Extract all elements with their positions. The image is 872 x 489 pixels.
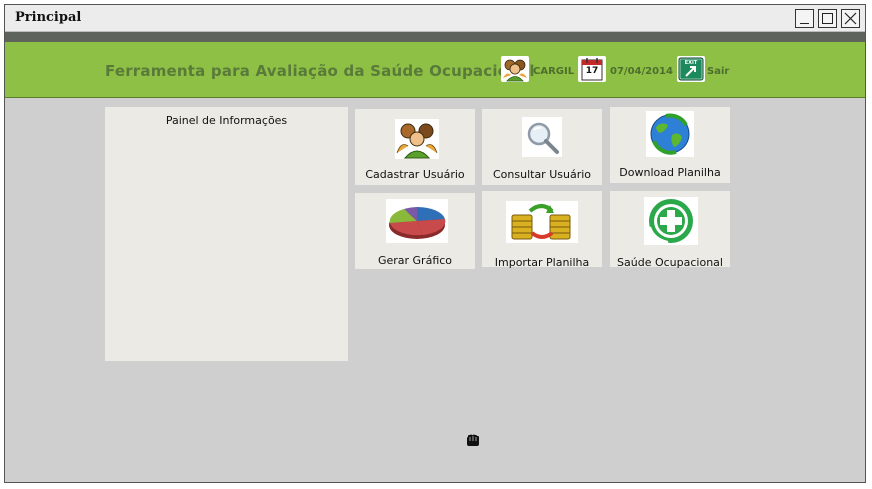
app-header: Ferramenta para Avaliação da Saúde Ocupa… xyxy=(5,42,865,98)
info-panel-title: Painel de Informações xyxy=(165,114,288,127)
tile-cadastrar-usuario[interactable]: Cadastrar Usuário xyxy=(355,109,475,185)
close-icon xyxy=(844,12,857,25)
exit-sign-text: EXIT xyxy=(684,60,698,66)
tile-label: Saúde Ocupacional xyxy=(617,256,723,269)
minimize-button[interactable] xyxy=(795,9,814,28)
tile-label: Consultar Usuário xyxy=(492,168,592,181)
user-icon xyxy=(501,56,529,82)
magnifier-icon xyxy=(522,117,562,157)
info-panel: Painel de Informações xyxy=(105,107,348,361)
close-button[interactable] xyxy=(841,9,860,28)
exit-label[interactable]: Sair xyxy=(707,66,729,77)
tile-importar-planilha[interactable]: Importar Planilha xyxy=(482,191,602,269)
tile-saude-ocupacional[interactable]: Saúde Ocupacional xyxy=(610,191,730,269)
app-title: Ferramenta para Avaliação da Saúde Ocupa… xyxy=(105,62,535,80)
tile-consultar-usuario[interactable]: Consultar Usuário xyxy=(482,109,602,185)
health-cross-icon xyxy=(644,197,698,245)
hand-cursor-icon xyxy=(467,434,479,446)
coins-transfer-icon xyxy=(506,201,578,243)
tile-gerar-grafico[interactable]: Gerar Gráfico xyxy=(355,193,475,269)
calendar-day: 17 xyxy=(585,66,599,76)
tile-label: Cadastrar Usuário xyxy=(365,168,465,181)
window-title: Principal xyxy=(15,10,82,25)
calendar-icon: 17 xyxy=(578,56,606,82)
pie-chart-icon xyxy=(386,199,448,243)
maximize-button[interactable] xyxy=(818,9,837,28)
tile-label: Gerar Gráfico xyxy=(377,254,453,267)
globe-icon xyxy=(646,111,694,157)
main-window: Principal Ferramenta para Avaliação da S… xyxy=(4,4,866,483)
tile-label: Download Planilha xyxy=(619,166,721,179)
exit-button[interactable]: EXIT xyxy=(677,56,705,82)
user-name: CARGIL xyxy=(533,66,575,77)
title-bar[interactable]: Principal xyxy=(5,5,865,32)
tile-download-planilha[interactable]: Download Planilha xyxy=(610,107,730,183)
top-band xyxy=(5,32,865,42)
current-date: 07/04/2014 xyxy=(610,66,673,77)
tile-label: Importar Planilha xyxy=(494,256,590,269)
users-icon xyxy=(395,119,439,159)
